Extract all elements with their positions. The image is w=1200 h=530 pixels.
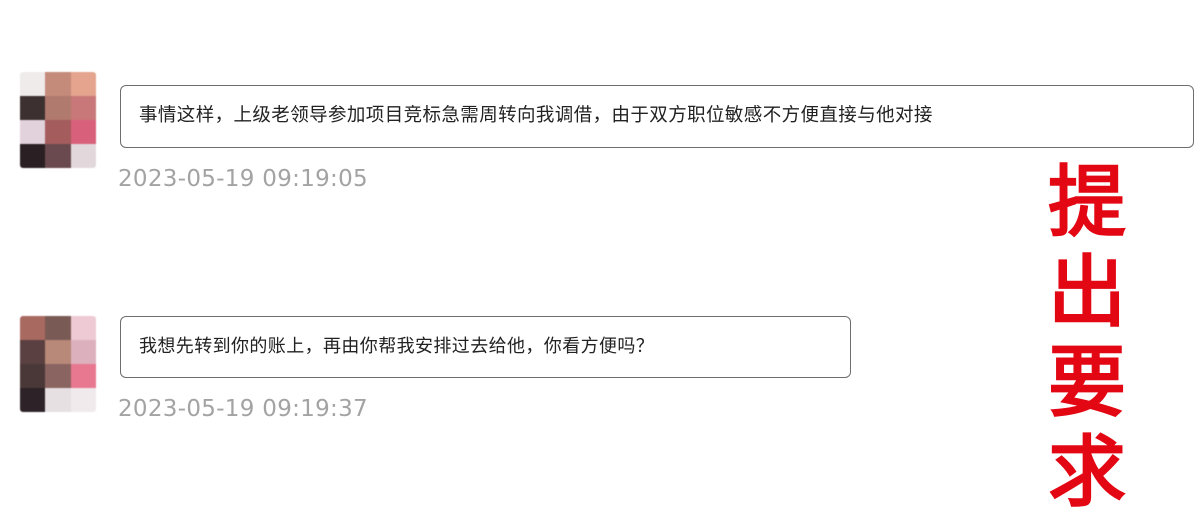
avatar[interactable] — [20, 72, 96, 168]
avatar-mosaic-cell — [45, 316, 71, 340]
message-bubble: 我想先转到你的账上，再由你帮我安排过去给他，你看方便吗？ — [120, 316, 851, 378]
annotation-char: 要 — [1047, 338, 1126, 428]
annotation-char: 求 — [1047, 428, 1126, 518]
annotation-label: 提 出 要 求 — [1037, 158, 1137, 518]
avatar-mosaic-cell — [70, 340, 96, 364]
avatar[interactable] — [20, 316, 96, 412]
avatar-mosaic-cell — [70, 364, 96, 388]
avatar-mosaic-cell — [20, 96, 46, 120]
avatar-mosaic-cell — [20, 340, 46, 364]
avatar-mosaic-cell — [70, 388, 96, 412]
avatar-mosaic-cell — [70, 96, 96, 120]
message-timestamp: 2023-05-19 09:19:37 — [118, 396, 368, 422]
avatar-mosaic-cell — [20, 316, 46, 340]
avatar-mosaic-cell — [45, 364, 71, 388]
avatar-mosaic-cell — [45, 340, 71, 364]
annotation-char: 出 — [1047, 248, 1126, 338]
message-text: 我想先转到你的账上，再由你帮我安排过去给他，你看方便吗？ — [139, 336, 655, 357]
avatar-mosaic-cell — [45, 388, 71, 412]
avatar-mosaic-cell — [70, 120, 96, 144]
avatar-mosaic-cell — [20, 388, 46, 412]
avatar-mosaic-cell — [45, 120, 71, 144]
avatar-mosaic-cell — [70, 144, 96, 168]
annotation-char: 提 — [1047, 158, 1126, 248]
message-timestamp: 2023-05-19 09:19:05 — [118, 166, 368, 192]
avatar-mosaic-cell — [45, 96, 71, 120]
avatar-mosaic-cell — [45, 144, 71, 168]
avatar-mosaic-cell — [70, 316, 96, 340]
avatar-mosaic-cell — [20, 144, 46, 168]
avatar-mosaic-cell — [70, 72, 96, 96]
message-bubble: 事情这样，上级老领导参加项目竞标急需周转向我调借，由于双方职位敏感不方便直接与他… — [120, 85, 1194, 148]
avatar-mosaic-cell — [20, 72, 46, 96]
message-text: 事情这样，上级老领导参加项目竞标急需周转向我调借，由于双方职位敏感不方便直接与他… — [139, 105, 933, 126]
avatar-mosaic-cell — [45, 72, 71, 96]
avatar-mosaic-cell — [20, 364, 46, 388]
avatar-mosaic-cell — [20, 120, 46, 144]
